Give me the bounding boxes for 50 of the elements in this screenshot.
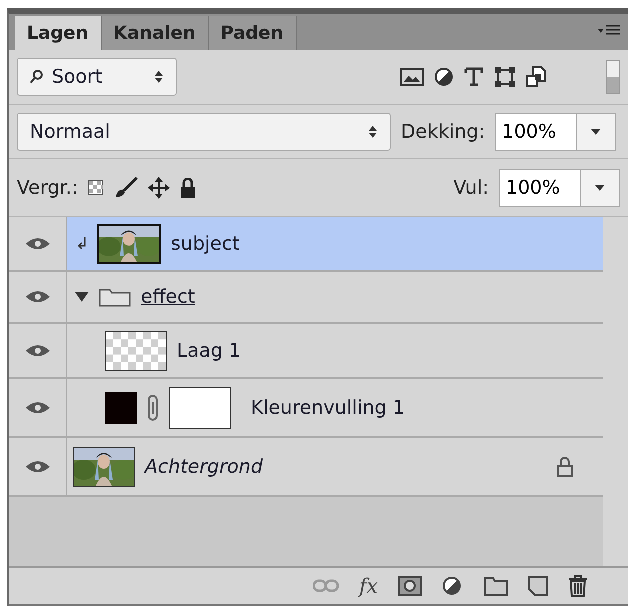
layer-row[interactable]: effect [9,272,603,324]
expand-arrow-icon[interactable] [75,292,89,302]
fill-swatch [105,392,137,424]
fill-field[interactable]: 100% [499,168,620,206]
filter-select[interactable]: Soort [17,58,177,96]
smart-object-filter-icon[interactable] [526,66,546,88]
trash-icon[interactable] [568,575,588,597]
layer-name[interactable]: Kleurenvulling 1 [251,396,405,418]
transparency-thumbnail [106,332,166,370]
lock-label: Vergr.: [17,176,78,198]
caret-icon [595,184,605,190]
lock-all-icon[interactable] [180,178,196,198]
updown-icon [154,70,164,84]
brush-icon[interactable] [114,176,138,198]
layer-name[interactable]: Laag 1 [177,340,242,362]
layer-row[interactable]: Kleurenvulling 1 [9,379,603,438]
layer-name[interactable]: Achtergrond [145,456,264,478]
new-layer-icon[interactable] [528,576,548,596]
folder-icon[interactable] [484,576,508,596]
panel-tab[interactable]: Lagen [15,16,102,50]
caret-icon [591,128,602,134]
blend-mode-select[interactable]: Normaal [17,112,391,150]
effects-button[interactable]: fx [359,574,378,598]
move-icon[interactable] [148,176,170,198]
folder-icon [99,287,131,307]
panel-tab[interactable]: Kanalen [102,16,209,50]
layer-thumbnail[interactable] [73,446,135,486]
layer-name[interactable]: effect [141,286,196,308]
mask-thumbnail[interactable] [169,386,231,428]
layer-row[interactable]: Achtergrond [9,438,603,497]
adjustment-filter-icon[interactable] [434,67,454,87]
mask-icon[interactable] [398,576,422,596]
adjustment-layer-icon[interactable] [442,576,464,596]
panel-tab[interactable]: Paden [208,16,297,50]
filter-toggle[interactable] [606,60,620,94]
layer-name[interactable]: subject [171,232,240,254]
type-filter-icon[interactable] [464,67,484,87]
updown-icon [368,124,378,138]
layer-row[interactable]: Laag 1 [9,324,603,379]
layer-thumbnail[interactable] [97,224,161,264]
opacity-field[interactable]: 100% [495,112,616,150]
layer-row[interactable]: subject [9,217,603,272]
image-filter-icon[interactable] [400,67,424,87]
search-icon [30,69,44,85]
shape-filter-icon[interactable] [494,66,516,88]
link-icon [147,394,159,420]
fill-label: Vul: [454,176,489,198]
lock-transparency-icon[interactable] [88,180,104,196]
opacity-label: Dekking: [401,120,486,142]
menu-icon[interactable] [598,24,620,38]
